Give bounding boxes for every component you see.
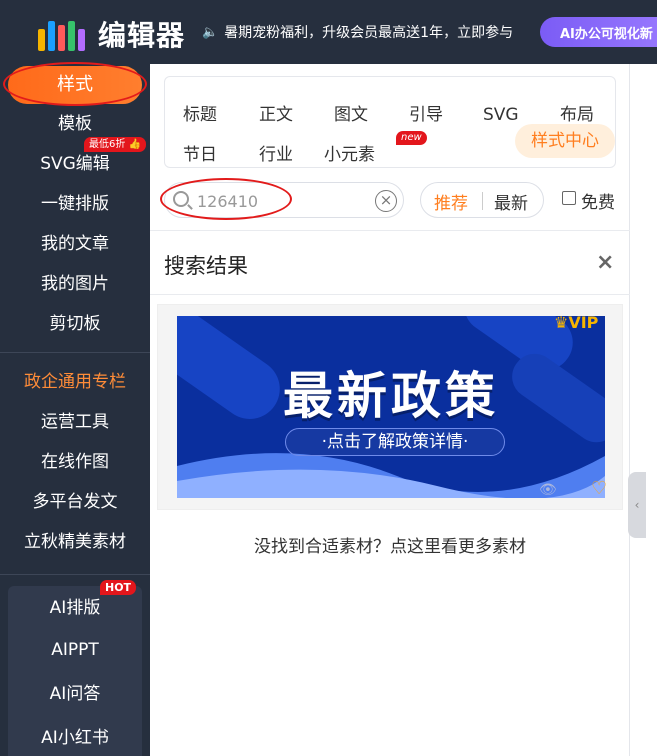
sidebar-item-autumn-materials[interactable]: 立秋精美素材	[0, 524, 150, 560]
sidebar-item-my-articles[interactable]: 我的文章	[0, 226, 150, 262]
category-guide[interactable]: 引导	[409, 103, 443, 127]
sort-separator	[482, 192, 483, 210]
logo[interactable]: 编辑器	[38, 14, 185, 54]
logo-mark-icon	[38, 17, 88, 51]
ai-office-button[interactable]: AI办公可视化新	[540, 17, 657, 47]
policy-banner-image[interactable]: 最新政策 ·点击了解政策详情·	[177, 316, 605, 498]
favorite-heart-icon[interactable]: ♡	[591, 478, 607, 499]
sidebar-item-ai-layout[interactable]: AI排版	[8, 590, 142, 626]
category-holiday[interactable]: 节日	[183, 143, 217, 167]
sidebar-divider	[0, 574, 150, 575]
category-title[interactable]: 标题	[183, 103, 217, 127]
free-label: 免费	[581, 193, 615, 213]
clear-icon[interactable]: ×	[375, 190, 397, 212]
discount-badge-text: 最低6折	[89, 139, 126, 150]
category-svg[interactable]: SVG	[483, 103, 519, 127]
more-materials-link[interactable]: 没找到合适素材？点这里看更多素材	[150, 532, 630, 557]
vip-text: VIP	[568, 313, 599, 332]
collapse-panel-button[interactable]: ‹	[628, 472, 646, 538]
vip-badge: ♛VIP	[554, 313, 598, 332]
sort-recommend[interactable]: 推荐	[434, 189, 468, 214]
results-title: 搜索结果	[164, 254, 248, 278]
sidebar-item-my-images[interactable]: 我的图片	[0, 266, 150, 302]
category-image-text[interactable]: 图文	[334, 103, 368, 127]
editor-edge	[630, 64, 657, 756]
sidebar-item-clipboard[interactable]: 剪切板	[0, 306, 150, 342]
close-icon[interactable]: ×	[596, 250, 614, 275]
sort-toggle: 推荐 最新	[420, 182, 544, 218]
announcement-bar[interactable]: 🔈 暑期宠粉福利，升级会员最高送1年，立即参与	[202, 22, 522, 42]
thumb-up-icon: 👍	[128, 139, 142, 150]
sidebar-item-online-drawing[interactable]: 在线作图	[0, 444, 150, 480]
new-badge: new	[396, 131, 427, 145]
top-bar: 编辑器 🔈 暑期宠粉福利，升级会员最高送1年，立即参与 AI办公可视化新	[0, 0, 657, 64]
sidebar-item-ops-tools[interactable]: 运营工具	[0, 404, 150, 440]
category-box: 标题 正文 图文 引导 SVG 布局 节日 行业 小元素 new 样式中心	[164, 76, 616, 168]
highlight-ring	[3, 62, 147, 106]
sort-latest[interactable]: 最新	[494, 189, 528, 214]
section-divider	[150, 294, 630, 295]
sidebar-item-ai-xiaohongshu[interactable]: AI小红书	[8, 720, 142, 756]
crown-icon: ♛	[554, 313, 569, 332]
banner-subline: ·点击了解政策详情·	[285, 428, 505, 456]
speaker-icon: 🔈	[202, 24, 219, 40]
category-body[interactable]: 正文	[259, 103, 293, 127]
style-center-button[interactable]: 样式中心	[515, 124, 615, 158]
sidebar-item-ai-qa[interactable]: AI问答	[8, 676, 142, 712]
chevron-left-icon: ‹	[634, 498, 640, 512]
material-panel: 标题 正文 图文 引导 SVG 布局 节日 行业 小元素 new 样式中心 × …	[150, 64, 630, 756]
sidebar-item-multi-platform[interactable]: 多平台发文	[0, 484, 150, 520]
sidebar-divider	[0, 352, 150, 353]
free-checkbox[interactable]	[562, 191, 576, 205]
discount-badge: 最低6折 👍	[84, 137, 147, 152]
material-card[interactable]: 最新政策 ·点击了解政策详情·	[157, 304, 623, 510]
sidebar: 样式 模板 SVG编辑 最低6折 👍 一键排版 我的文章 我的图片 剪切板 政企…	[0, 62, 150, 756]
brand-name: 编辑器	[98, 19, 186, 52]
sidebar-item-aippt[interactable]: AIPPT	[8, 632, 142, 668]
sidebar-item-gov-column[interactable]: 政企通用专栏	[0, 364, 150, 400]
ai-tools-group: AI排版 AIPPT AI问答 AI小红书	[8, 586, 142, 756]
highlight-ring	[160, 178, 292, 220]
banner-headline: 最新政策	[283, 367, 499, 425]
category-industry[interactable]: 行业	[259, 143, 293, 167]
announcement-text: 暑期宠粉福利，升级会员最高送1年，立即参与	[224, 25, 514, 41]
preview-eye-icon[interactable]: 👁	[539, 482, 557, 498]
category-small-elements[interactable]: 小元素	[324, 143, 375, 167]
section-divider	[150, 230, 630, 231]
hot-badge: HOT	[100, 580, 137, 595]
sidebar-item-one-click-layout[interactable]: 一键排版	[0, 186, 150, 222]
